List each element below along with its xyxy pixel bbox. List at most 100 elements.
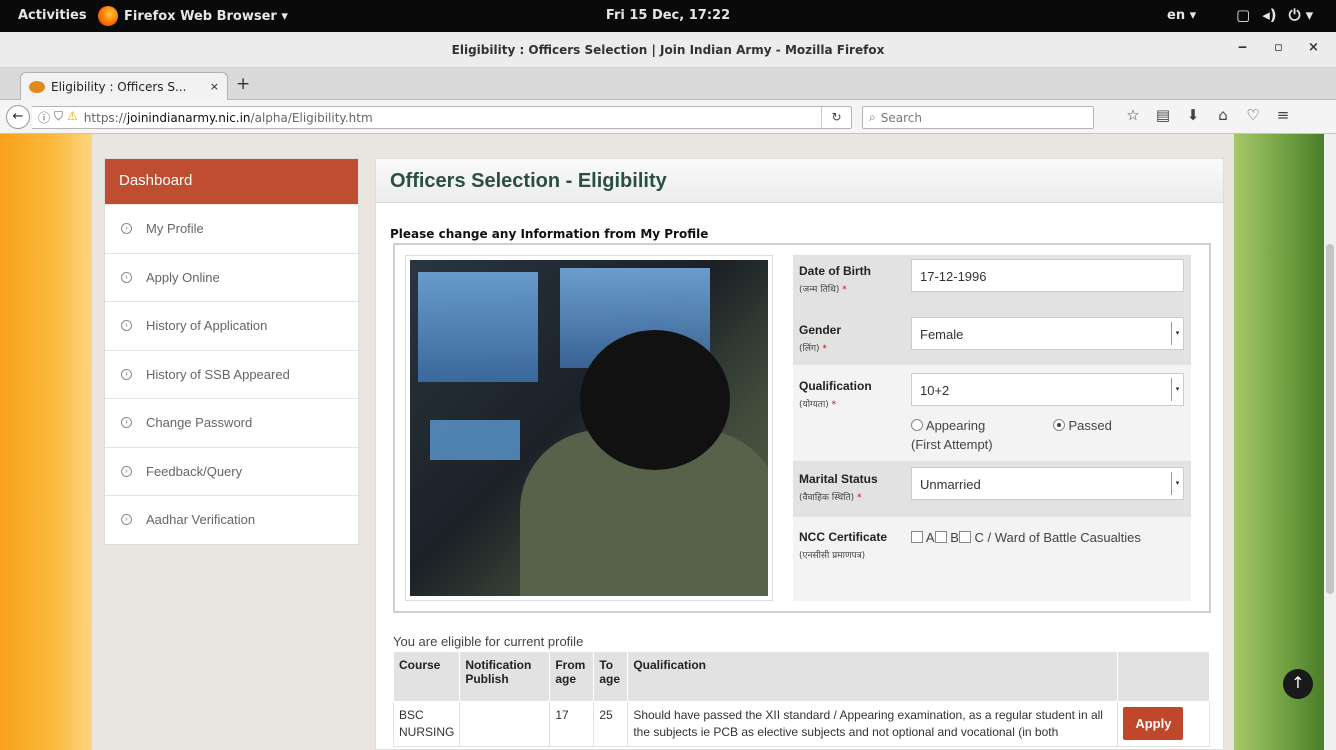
first-attempt-note: (First Attempt) [911, 437, 993, 452]
firefox-logo-icon [98, 6, 118, 26]
dob-hindi-label: (जन्म तिथि) [799, 285, 840, 295]
ncc-row: NCC Certificate (एनसीसी प्रमाणपत्र) A B … [793, 517, 1191, 601]
ncc-hindi-label: (एनसीसी प्रमाणपत्र) [799, 551, 866, 561]
sidebar-item-feedback[interactable]: › Feedback/Query [105, 446, 358, 496]
tab-eligibility[interactable]: Eligibility : Officers S... × [20, 72, 228, 100]
sidebar-item-my-profile[interactable]: › My Profile [105, 204, 358, 253]
arrow-up-icon: ↑ [1291, 673, 1305, 692]
qualification-status: Appearing Passed (First Attempt) [911, 418, 1184, 452]
back-button[interactable]: ← [6, 105, 30, 129]
ncc-c-checkbox[interactable]: C / Ward of Battle Casualties [958, 530, 1141, 545]
dropdown-arrow-icon: ▾ [1171, 378, 1183, 401]
dob-label: Date of Birth [799, 264, 871, 278]
ncc-options: A B C / Ward of Battle Casualties [911, 530, 1141, 545]
eligibility-message: You are eligible for current profile [393, 634, 584, 649]
window-title-bar: Eligibility : Officers Selection | Join … [0, 32, 1336, 68]
apply-button[interactable]: Apply [1123, 707, 1184, 740]
sidebar-item-apply-online[interactable]: › Apply Online [105, 252, 358, 302]
search-input[interactable]: ⌕ Search [862, 106, 1094, 129]
close-window-button[interactable]: × [1308, 40, 1319, 55]
reload-icon[interactable]: ↻ [821, 107, 851, 128]
col-qualification: Qualification [627, 651, 1119, 702]
navigation-toolbar: ← ⓘ ⛉ ⚠ https://joinindianarmy.nic.in/al… [0, 100, 1336, 134]
sidebar-heading: Dashboard [105, 159, 358, 204]
dropdown-arrow-icon: ▾ [1171, 472, 1183, 495]
system-status-area[interactable]: ▢ ◂) ⏻ ▾ [1236, 6, 1313, 24]
scrollbar-thumb[interactable] [1326, 244, 1334, 594]
search-placeholder: Search [880, 110, 922, 125]
qualification-cell: Should have passed the XII standard / Ap… [627, 701, 1119, 747]
col-from-age: From age [549, 651, 595, 702]
qualification-select[interactable]: 10+2 ▾ [911, 373, 1184, 406]
page-scrollbar[interactable] [1324, 134, 1336, 750]
chevron-circle-icon: › [121, 514, 132, 526]
from-age-cell: 17 [549, 701, 595, 747]
system-top-bar: Activities Firefox Web Browser ▾ Fri 15 … [0, 0, 1336, 32]
sidebar-item-change-password[interactable]: › Change Password [105, 398, 358, 447]
to-age-cell: 25 [593, 701, 629, 747]
window-title: Eligibility : Officers Selection | Join … [451, 43, 885, 57]
chevron-circle-icon: › [121, 417, 132, 429]
dob-row: Date of Birth (जन्म तिथि) * 17-12-1996 [793, 255, 1191, 309]
officer-photo [405, 255, 773, 601]
col-course: Course [392, 651, 461, 702]
chevron-circle-icon: › [121, 465, 132, 477]
clock[interactable]: Fri 15 Dec, 17:22 [606, 8, 730, 23]
menu-hamburger-icon[interactable]: ≡ [1268, 106, 1298, 124]
table-header-row: Course Notification Publish From age To … [392, 651, 1210, 702]
site-identity[interactable]: ⓘ ⛉ ⚠ [32, 109, 84, 126]
eligibility-form: Date of Birth (जन्म तिथि) * 17-12-1996 G… [393, 243, 1211, 613]
reader-list-icon[interactable]: ▤ [1148, 106, 1178, 124]
page-content: Dashboard › My Profile › Apply Online › His… [0, 134, 1324, 750]
dropdown-arrow-icon: ▾ [1171, 322, 1183, 345]
search-icon: ⌕ [869, 110, 876, 124]
notification-cell [459, 701, 551, 747]
scroll-to-top-button[interactable]: ↑ [1283, 669, 1313, 699]
col-notification: Notification Publish [459, 651, 551, 702]
sidebar-item-history-ssb[interactable]: › History of SSB Appeared [105, 349, 358, 399]
course-cell: BSC NURSING [392, 701, 461, 747]
profile-fields: Date of Birth (जन्म तिथि) * 17-12-1996 G… [793, 255, 1191, 601]
army-favicon-icon [29, 80, 45, 93]
bookmark-star-icon[interactable]: ☆ [1118, 106, 1148, 124]
chevron-circle-icon: › [121, 368, 132, 380]
left-decoration [0, 134, 92, 750]
sidebar-item-aadhar[interactable]: › Aadhar Verification [105, 495, 358, 544]
page-title: Officers Selection - Eligibility [376, 159, 1223, 203]
dashboard-sidebar: Dashboard › My Profile › Apply Online › His… [104, 158, 359, 545]
passed-radio[interactable]: Passed [1052, 418, 1112, 433]
downloads-icon[interactable]: ⬇ [1178, 106, 1208, 124]
col-action [1117, 651, 1210, 702]
gender-label: Gender [799, 323, 842, 337]
tab-close-icon[interactable]: × [210, 80, 219, 93]
ncc-a-checkbox[interactable]: A [911, 530, 935, 545]
gender-row: Gender (लिंग) * Female ▾ [793, 309, 1191, 365]
window-icon: ▢ [1236, 6, 1251, 24]
new-tab-button[interactable]: + [236, 74, 250, 94]
tab-strip: Eligibility : Officers S... × + [0, 68, 1336, 100]
sidebar-item-history-application[interactable]: › History of Application [105, 301, 358, 350]
marital-label: Marital Status [799, 472, 878, 486]
marital-select[interactable]: Unmarried ▾ [911, 467, 1184, 500]
app-menu[interactable]: Firefox Web Browser ▾ [98, 6, 288, 26]
info-icon: ⓘ [38, 111, 51, 125]
activities-button[interactable]: Activities [18, 8, 87, 23]
language-menu[interactable]: en ▾ [1167, 8, 1196, 23]
tracking-shield-icon: ⛉ [54, 109, 64, 123]
url-text[interactable]: https://joinindianarmy.nic.in/alpha/Elig… [84, 111, 373, 125]
pocket-icon[interactable]: ♡ [1238, 106, 1268, 124]
chevron-circle-icon: › [121, 320, 132, 332]
dob-field[interactable]: 17-12-1996 [911, 259, 1184, 292]
appearing-radio[interactable]: Appearing [911, 418, 985, 433]
gender-select[interactable]: Female ▾ [911, 317, 1184, 350]
col-to-age: To age [593, 651, 629, 702]
eligibility-table: Course Notification Publish From age To … [392, 651, 1210, 747]
qualification-label: Qualification [799, 379, 872, 393]
ncc-label: NCC Certificate [799, 530, 888, 544]
qualification-hindi-label: (योग्यता) [799, 400, 829, 410]
ncc-b-checkbox[interactable]: B [934, 530, 959, 545]
home-icon[interactable]: ⌂ [1208, 106, 1238, 124]
maximize-button[interactable]: ▫ [1274, 40, 1283, 55]
minimize-button[interactable]: ‒ [1238, 40, 1247, 55]
url-bar[interactable]: ⓘ ⛉ ⚠ https://joinindianarmy.nic.in/alph… [32, 106, 852, 129]
